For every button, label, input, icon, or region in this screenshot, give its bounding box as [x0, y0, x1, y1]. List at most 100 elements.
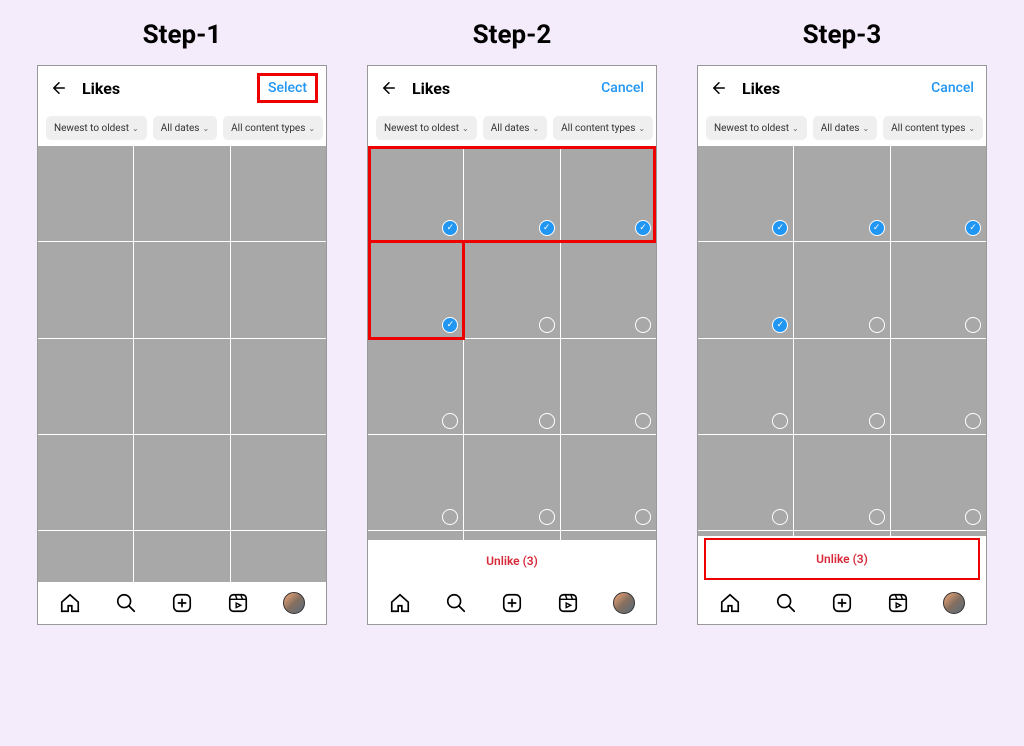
grid-cell[interactable]	[231, 531, 326, 582]
grid-cell[interactable]: ✓	[368, 146, 463, 241]
cancel-button[interactable]: Cancel	[601, 80, 644, 96]
bottom-nav	[368, 582, 656, 624]
select-button[interactable]: Select	[257, 73, 318, 103]
back-icon[interactable]	[50, 79, 68, 97]
bottom-nav	[698, 582, 986, 624]
grid-cell[interactable]: ✓	[464, 146, 559, 241]
grid-cell[interactable]	[464, 242, 559, 337]
filter-content[interactable]: All content types⌄	[883, 116, 983, 140]
check-icon	[869, 413, 885, 429]
grid-cell[interactable]	[231, 242, 326, 337]
check-icon	[539, 413, 555, 429]
grid-cell[interactable]: ✓	[561, 146, 656, 241]
grid-cell[interactable]	[368, 531, 463, 540]
filter-content[interactable]: All content types⌄	[553, 116, 653, 140]
filter-sort[interactable]: Newest to oldest⌄	[46, 116, 147, 140]
grid-cell[interactable]	[794, 435, 889, 530]
cancel-button[interactable]: Cancel	[931, 80, 974, 96]
filter-sort[interactable]: Newest to oldest⌄	[706, 116, 807, 140]
grid-cell[interactable]	[38, 146, 133, 241]
grid-cell[interactable]	[561, 339, 656, 434]
grid-cell[interactable]	[891, 339, 986, 434]
grid-cell[interactable]	[38, 531, 133, 582]
grid-cell[interactable]	[464, 531, 559, 540]
add-post-icon[interactable]	[171, 592, 193, 614]
home-icon[interactable]	[719, 592, 741, 614]
grid-cell[interactable]	[134, 242, 229, 337]
filter-dates[interactable]: All dates⌄	[153, 116, 217, 140]
add-post-icon[interactable]	[501, 592, 523, 614]
check-icon: ✓	[965, 220, 981, 236]
grid-cell[interactable]	[134, 146, 229, 241]
grid-cell[interactable]	[561, 435, 656, 530]
grid-cell[interactable]	[231, 339, 326, 434]
check-icon	[539, 317, 555, 333]
check-icon	[635, 413, 651, 429]
chevron-down-icon: ⌄	[968, 124, 975, 133]
reels-icon[interactable]	[557, 592, 579, 614]
back-icon[interactable]	[710, 79, 728, 97]
check-icon	[965, 317, 981, 333]
grid-cell[interactable]	[561, 242, 656, 337]
home-icon[interactable]	[59, 592, 81, 614]
check-icon: ✓	[442, 220, 458, 236]
phone-frame-step3: Likes Cancel Newest to oldest⌄ All dates…	[697, 65, 987, 625]
filter-dates[interactable]: All dates⌄	[483, 116, 547, 140]
bottom-nav	[38, 582, 326, 624]
check-icon: ✓	[869, 220, 885, 236]
grid-cell[interactable]	[134, 531, 229, 582]
profile-avatar[interactable]	[943, 592, 965, 614]
grid-cell[interactable]: ✓	[368, 242, 463, 337]
grid-cell[interactable]	[38, 435, 133, 530]
grid-cell[interactable]	[231, 435, 326, 530]
filter-content[interactable]: All content types⌄	[223, 116, 323, 140]
check-icon	[635, 509, 651, 525]
check-icon	[772, 413, 788, 429]
search-icon[interactable]	[445, 592, 467, 614]
filter-sort[interactable]: Newest to oldest⌄	[376, 116, 477, 140]
search-icon[interactable]	[775, 592, 797, 614]
check-icon: ✓	[635, 220, 651, 236]
search-icon[interactable]	[115, 592, 137, 614]
grid-cell[interactable]	[698, 339, 793, 434]
grid-cell[interactable]	[794, 531, 889, 536]
reels-icon[interactable]	[887, 592, 909, 614]
reels-icon[interactable]	[227, 592, 249, 614]
likes-grid: ✓ ✓ ✓ ✓	[698, 146, 986, 536]
grid-cell[interactable]: ✓	[698, 242, 793, 337]
back-icon[interactable]	[380, 79, 398, 97]
grid-cell[interactable]: ✓	[698, 146, 793, 241]
grid-cell[interactable]	[794, 339, 889, 434]
grid-cell[interactable]	[891, 435, 986, 530]
grid-cell[interactable]	[134, 435, 229, 530]
grid-cell[interactable]	[38, 242, 133, 337]
grid-cell[interactable]	[698, 531, 793, 536]
check-icon	[869, 317, 885, 333]
check-icon	[442, 509, 458, 525]
profile-avatar[interactable]	[613, 592, 635, 614]
grid-cell[interactable]	[134, 339, 229, 434]
unlike-button[interactable]: Unlike (3)	[368, 540, 656, 582]
filter-dates[interactable]: All dates⌄	[813, 116, 877, 140]
grid-cell[interactable]	[464, 435, 559, 530]
unlike-button[interactable]: Unlike (3)	[704, 538, 980, 580]
home-icon[interactable]	[389, 592, 411, 614]
grid-cell[interactable]	[38, 339, 133, 434]
grid-cell[interactable]: ✓	[891, 146, 986, 241]
check-icon	[635, 317, 651, 333]
grid-cell[interactable]	[561, 531, 656, 540]
grid-cell[interactable]	[794, 242, 889, 337]
step-title: Step-1	[143, 20, 222, 50]
grid-cell[interactable]	[368, 435, 463, 530]
profile-avatar[interactable]	[283, 592, 305, 614]
grid-cell[interactable]: ✓	[794, 146, 889, 241]
grid-cell[interactable]	[698, 435, 793, 530]
grid-cell[interactable]	[891, 531, 986, 536]
grid-cell[interactable]	[891, 242, 986, 337]
grid-cell[interactable]	[231, 146, 326, 241]
check-icon	[442, 413, 458, 429]
add-post-icon[interactable]	[831, 592, 853, 614]
grid-cell[interactable]	[368, 339, 463, 434]
grid-cell[interactable]	[464, 339, 559, 434]
phone-frame-step2: Likes Cancel Newest to oldest⌄ All dates…	[367, 65, 657, 625]
